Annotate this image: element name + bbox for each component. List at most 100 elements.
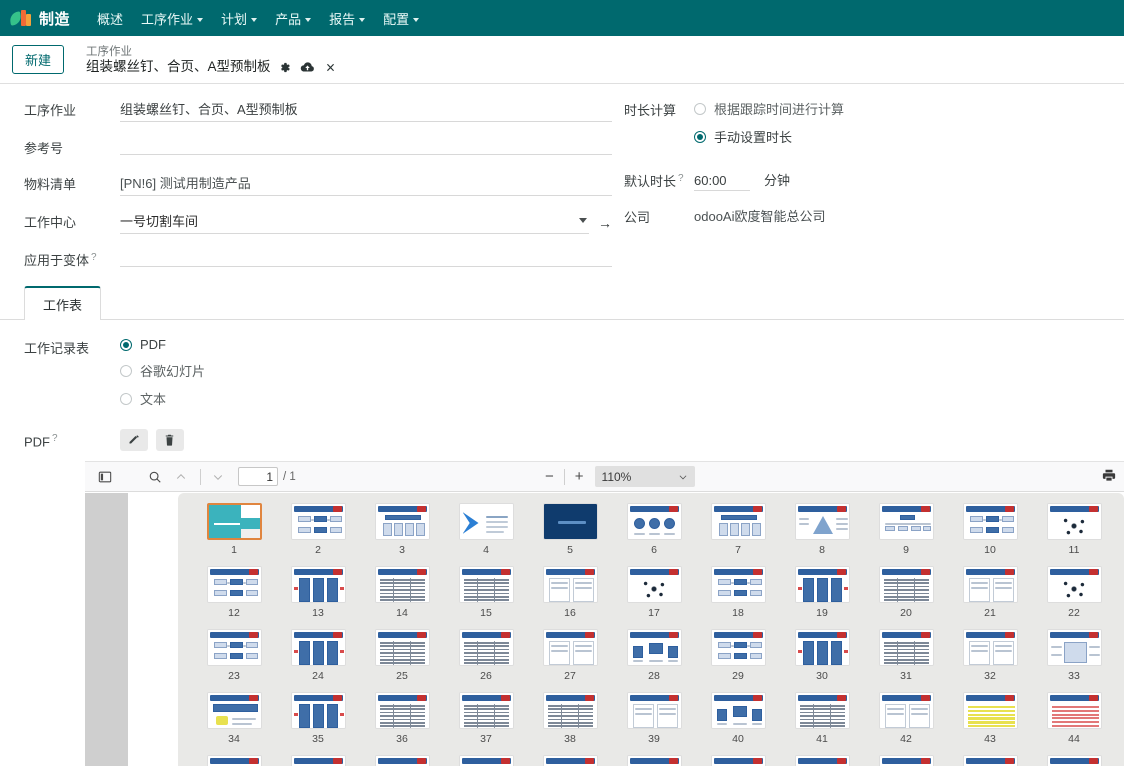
pdf-thumbnail-page-28[interactable]: 28 [612, 629, 696, 692]
help-icon[interactable]: ? [52, 433, 58, 444]
pdf-thumbnail-page-30[interactable]: 30 [780, 629, 864, 692]
breadcrumb-parent[interactable]: 工序作业 [76, 46, 337, 59]
field-company-value[interactable]: odooAi欧度智能总公司 [694, 203, 1100, 225]
chevron-up-icon[interactable] [169, 466, 193, 488]
pdf-thumbnail-page-8[interactable]: 8 [780, 503, 864, 566]
pdf-thumbnail-page-16[interactable]: 16 [528, 566, 612, 629]
pdf-thumbnail-page-12[interactable]: 12 [192, 566, 276, 629]
help-icon[interactable]: ? [91, 252, 97, 263]
pdf-thumbnail-page-3[interactable]: 3 [360, 503, 444, 566]
pdf-thumbnail-page-15[interactable]: 15 [444, 566, 528, 629]
cloud-upload-icon[interactable] [300, 61, 315, 74]
field-variants-input[interactable] [120, 246, 612, 267]
pdf-thumbnail-page-21[interactable]: 21 [948, 566, 1032, 629]
pdf-thumbnail-page-26[interactable]: 26 [444, 629, 528, 692]
pdf-thumbnail-page-55[interactable]: 55 [1032, 755, 1116, 766]
zoom-out-button[interactable]: − [540, 468, 559, 485]
pdf-thumbnail-page-48[interactable]: 48 [444, 755, 528, 766]
pdf-thumbnail-page-32[interactable]: 32 [948, 629, 1032, 692]
help-icon[interactable]: ? [678, 173, 684, 184]
nav-item-overview[interactable]: 概述 [88, 3, 132, 34]
pdf-thumbnail-page-41[interactable]: 41 [780, 692, 864, 755]
pdf-thumbnail-page-38[interactable]: 38 [528, 692, 612, 755]
worksheet-option-text[interactable]: 文本 [120, 389, 1100, 408]
nav-item-reports[interactable]: 报告 [320, 3, 374, 34]
worksheet-radio-google-slides[interactable] [120, 364, 132, 377]
pdf-thumbnail-page-31[interactable]: 31 [864, 629, 948, 692]
tab-worksheet[interactable]: 工作表 [24, 286, 102, 320]
pdf-thumbnail-page-19[interactable]: 19 [780, 566, 864, 629]
pdf-thumbnail-page-39[interactable]: 39 [612, 692, 696, 755]
pdf-thumbnail-page-25[interactable]: 25 [360, 629, 444, 692]
chevron-down-icon[interactable] [206, 466, 230, 488]
pdf-thumbnail-page-44[interactable]: 44 [1032, 692, 1116, 755]
nav-item-operations[interactable]: 工序作业 [132, 3, 212, 34]
trash-icon[interactable] [155, 429, 184, 451]
pdf-thumbnail-page-51[interactable]: 51 [696, 755, 780, 766]
pdf-thumbnail-page-29[interactable]: 29 [696, 629, 780, 692]
field-reference-input[interactable] [120, 134, 612, 155]
pdf-thumbnail-page-34[interactable]: 34 [192, 692, 276, 755]
pdf-thumbnail-page-10[interactable]: 10 [948, 503, 1032, 566]
pdf-thumbnail-page-4[interactable]: 4 [444, 503, 528, 566]
pdf-thumbnail-page-9[interactable]: 9 [864, 503, 948, 566]
app-brand-name[interactable]: 制造 [39, 8, 70, 29]
internal-link-icon[interactable]: → [598, 215, 612, 231]
pdf-thumbnail-page-45[interactable]: 45 [192, 755, 276, 766]
pencil-icon[interactable] [120, 429, 148, 451]
pdf-thumbnail-page-23[interactable]: 23 [192, 629, 276, 692]
pdf-thumbnail-page-49[interactable]: 49 [528, 755, 612, 766]
radio-manual-input[interactable] [694, 130, 706, 143]
worksheet-option-google-slides[interactable]: 谷歌幻灯片 [120, 361, 1100, 380]
pdf-thumbnail-page-33[interactable]: 33 [1032, 629, 1116, 692]
pdf-thumbnail-page-13[interactable]: 13 [276, 566, 360, 629]
pdf-thumbnail-page-5[interactable]: 5 [528, 503, 612, 566]
worksheet-radio-pdf[interactable] [120, 338, 132, 351]
zoom-in-button[interactable]: + [570, 468, 589, 485]
pdf-thumbnail-page-47[interactable]: 47 [360, 755, 444, 766]
pdf-thumbnail-page-22[interactable]: 22 [1032, 566, 1116, 629]
sidebar-toggle-icon[interactable] [93, 466, 117, 488]
pdf-thumbnail-page-52[interactable]: 52 [780, 755, 864, 766]
pdf-thumbnail-page-20[interactable]: 20 [864, 566, 948, 629]
pdf-thumbnail-page-2[interactable]: 2 [276, 503, 360, 566]
nav-item-products[interactable]: 产品 [266, 3, 320, 34]
field-operation-input[interactable]: 组装螺丝钉、合页、A型预制板 [120, 96, 612, 122]
pdf-thumbnail-page-46[interactable]: 46 [276, 755, 360, 766]
nav-item-planning[interactable]: 计划 [212, 3, 266, 34]
pdf-thumbnail-panel[interactable]: 1 2 3 4 5 6 7 8 9 10 11 12 13 14 15 16 17 18 19 20 21 22 23 24 2… [178, 493, 1124, 766]
pdf-thumbnail-page-40[interactable]: 40 [696, 692, 780, 755]
pdf-thumbnail-page-6[interactable]: 6 [612, 503, 696, 566]
chevron-down-icon[interactable] [579, 218, 587, 223]
pdf-thumbnail-page-54[interactable]: 54 [948, 755, 1032, 766]
pdf-thumbnail-page-7[interactable]: 7 [696, 503, 780, 566]
pdf-thumbnail-page-27[interactable]: 27 [528, 629, 612, 692]
worksheet-option-pdf[interactable]: PDF [120, 337, 1100, 352]
nav-item-configuration[interactable]: 配置 [374, 3, 428, 34]
pdf-thumbnail-page-43[interactable]: 43 [948, 692, 1032, 755]
pdf-scrollbar[interactable] [1118, 493, 1124, 766]
pdf-thumbnail-page-11[interactable]: 11 [1032, 503, 1116, 566]
radio-option-tracked[interactable]: 根据跟踪时间进行计算 [694, 99, 1100, 118]
field-workcenter-input[interactable]: 一号切割车间 [120, 211, 589, 234]
worksheet-radio-text[interactable] [120, 392, 132, 405]
page-number-input[interactable] [238, 467, 278, 486]
radio-option-manual[interactable]: 手动设置时长 [694, 127, 1100, 146]
field-bom-input[interactable]: [PN!6] 测试用制造产品 [120, 170, 612, 196]
gear-icon[interactable] [278, 61, 291, 74]
search-icon[interactable] [143, 466, 167, 488]
print-icon[interactable] [1102, 468, 1116, 485]
pdf-thumbnail-page-37[interactable]: 37 [444, 692, 528, 755]
pdf-thumbnail-page-53[interactable]: 53 [864, 755, 948, 766]
pdf-thumbnail-page-42[interactable]: 42 [864, 692, 948, 755]
field-default-duration-input[interactable]: 60:00 [694, 173, 750, 191]
pdf-thumbnail-page-24[interactable]: 24 [276, 629, 360, 692]
pdf-thumbnail-page-50[interactable]: 50 [612, 755, 696, 766]
zoom-level-select[interactable]: 110% [594, 466, 695, 487]
pdf-thumbnail-page-1[interactable]: 1 [192, 503, 276, 566]
pdf-thumbnail-page-35[interactable]: 35 [276, 692, 360, 755]
radio-tracked-input[interactable] [694, 102, 706, 115]
pdf-thumbnail-page-14[interactable]: 14 [360, 566, 444, 629]
pdf-thumbnail-page-17[interactable]: 17 [612, 566, 696, 629]
pdf-thumbnail-page-18[interactable]: 18 [696, 566, 780, 629]
